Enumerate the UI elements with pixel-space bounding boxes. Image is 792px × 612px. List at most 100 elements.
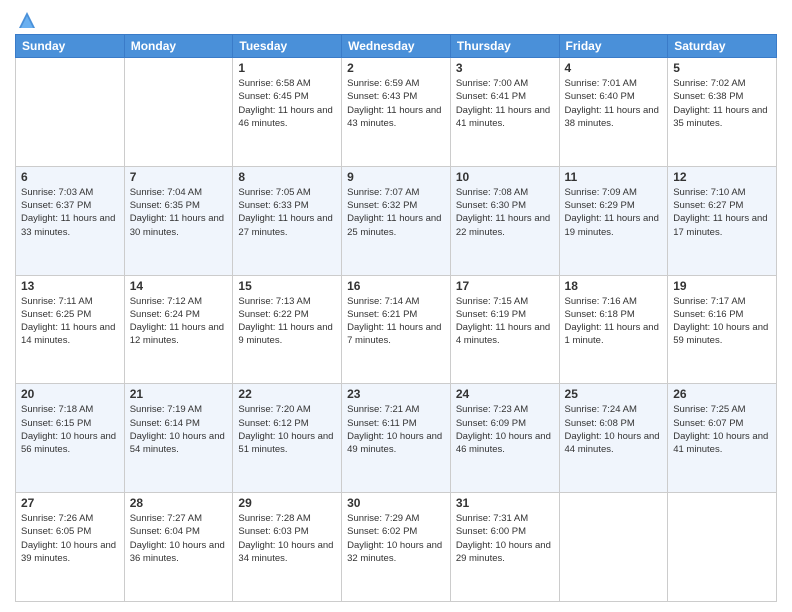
day-info: Sunrise: 7:25 AM Sunset: 6:07 PM Dayligh… [673, 403, 771, 456]
day-number: 6 [21, 170, 119, 184]
day-info: Sunrise: 7:10 AM Sunset: 6:27 PM Dayligh… [673, 186, 771, 239]
day-number: 5 [673, 61, 771, 75]
calendar-cell: 5 Sunrise: 7:02 AM Sunset: 6:38 PM Daylig… [668, 58, 777, 167]
calendar-cell: 7Sunrise: 7:04 AM Sunset: 6:35 PM Daylig… [124, 166, 233, 275]
calendar-day-header: Friday [559, 35, 668, 58]
calendar-cell: 2Sunrise: 6:59 AM Sunset: 6:43 PM Daylig… [342, 58, 451, 167]
day-number: 8 [238, 170, 336, 184]
calendar-cell: 1 Sunrise: 6:58 AM Sunset: 6:45 PM Daylig… [233, 58, 342, 167]
calendar-cell: 26 Sunrise: 7:25 AM Sunset: 6:07 PM Dayli… [668, 384, 777, 493]
page: SundayMondayTuesdayWednesdayThursdayFrid… [0, 0, 792, 612]
day-number: 26 [673, 387, 771, 401]
calendar-week-row: 20 Sunrise: 7:18 AM Sunset: 6:15 PM Dayli… [16, 384, 777, 493]
day-info: Sunrise: 7:08 AM Sunset: 6:30 PM Dayligh… [456, 186, 554, 239]
day-info: Sunrise: 6:59 AM Sunset: 6:43 PM Dayligh… [347, 77, 445, 130]
day-number: 13 [21, 279, 119, 293]
day-number: 27 [21, 496, 119, 510]
calendar-cell: 9Sunrise: 7:07 AM Sunset: 6:32 PM Daylig… [342, 166, 451, 275]
calendar-cell: 20 Sunrise: 7:18 AM Sunset: 6:15 PM Dayli… [16, 384, 125, 493]
calendar-cell: 16 Sunrise: 7:14 AM Sunset: 6:21 PM Dayli… [342, 275, 451, 384]
day-info: Sunrise: 7:18 AM Sunset: 6:15 PM Dayligh… [21, 403, 119, 456]
day-info: Sunrise: 7:15 AM Sunset: 6:19 PM Dayligh… [456, 295, 554, 348]
day-info: Sunrise: 7:13 AM Sunset: 6:22 PM Dayligh… [238, 295, 336, 348]
day-info: Sunrise: 7:31 AM Sunset: 6:00 PM Dayligh… [456, 512, 554, 565]
calendar-day-header: Tuesday [233, 35, 342, 58]
day-number: 14 [130, 279, 228, 293]
day-info: Sunrise: 7:09 AM Sunset: 6:29 PM Dayligh… [565, 186, 663, 239]
calendar-cell: 30 Sunrise: 7:29 AM Sunset: 6:02 PM Dayli… [342, 493, 451, 602]
day-number: 11 [565, 170, 663, 184]
day-info: Sunrise: 7:05 AM Sunset: 6:33 PM Dayligh… [238, 186, 336, 239]
calendar-cell: 17 Sunrise: 7:15 AM Sunset: 6:19 PM Dayli… [450, 275, 559, 384]
day-info: Sunrise: 7:11 AM Sunset: 6:25 PM Dayligh… [21, 295, 119, 348]
day-number: 22 [238, 387, 336, 401]
day-info: Sunrise: 7:21 AM Sunset: 6:11 PM Dayligh… [347, 403, 445, 456]
calendar-cell: 8 Sunrise: 7:05 AM Sunset: 6:33 PM Daylig… [233, 166, 342, 275]
calendar-cell: 14 Sunrise: 7:12 AM Sunset: 6:24 PM Dayli… [124, 275, 233, 384]
day-info: Sunrise: 7:03 AM Sunset: 6:37 PM Dayligh… [21, 186, 119, 239]
calendar-cell: 21Sunrise: 7:19 AM Sunset: 6:14 PM Dayli… [124, 384, 233, 493]
day-number: 17 [456, 279, 554, 293]
calendar-cell: 22 Sunrise: 7:20 AM Sunset: 6:12 PM Dayli… [233, 384, 342, 493]
calendar-cell [124, 58, 233, 167]
day-number: 3 [456, 61, 554, 75]
calendar-cell: 6 Sunrise: 7:03 AM Sunset: 6:37 PM Daylig… [16, 166, 125, 275]
day-number: 7 [130, 170, 228, 184]
day-info: Sunrise: 7:20 AM Sunset: 6:12 PM Dayligh… [238, 403, 336, 456]
calendar-cell: 23Sunrise: 7:21 AM Sunset: 6:11 PM Dayli… [342, 384, 451, 493]
calendar-cell: 27 Sunrise: 7:26 AM Sunset: 6:05 PM Dayli… [16, 493, 125, 602]
calendar-cell [559, 493, 668, 602]
calendar-cell: 10 Sunrise: 7:08 AM Sunset: 6:30 PM Dayli… [450, 166, 559, 275]
calendar-table: SundayMondayTuesdayWednesdayThursdayFrid… [15, 34, 777, 602]
calendar-day-header: Saturday [668, 35, 777, 58]
day-info: Sunrise: 7:12 AM Sunset: 6:24 PM Dayligh… [130, 295, 228, 348]
logo [15, 10, 37, 26]
calendar-cell: 18Sunrise: 7:16 AM Sunset: 6:18 PM Dayli… [559, 275, 668, 384]
day-info: Sunrise: 7:29 AM Sunset: 6:02 PM Dayligh… [347, 512, 445, 565]
day-info: Sunrise: 7:26 AM Sunset: 6:05 PM Dayligh… [21, 512, 119, 565]
calendar-day-header: Monday [124, 35, 233, 58]
day-number: 16 [347, 279, 445, 293]
day-number: 9 [347, 170, 445, 184]
day-number: 31 [456, 496, 554, 510]
calendar-cell: 25Sunrise: 7:24 AM Sunset: 6:08 PM Dayli… [559, 384, 668, 493]
day-info: Sunrise: 7:28 AM Sunset: 6:03 PM Dayligh… [238, 512, 336, 565]
calendar-cell: 12 Sunrise: 7:10 AM Sunset: 6:27 PM Dayli… [668, 166, 777, 275]
calendar-cell [16, 58, 125, 167]
calendar-cell [668, 493, 777, 602]
day-number: 1 [238, 61, 336, 75]
day-info: Sunrise: 7:27 AM Sunset: 6:04 PM Dayligh… [130, 512, 228, 565]
calendar-cell: 15 Sunrise: 7:13 AM Sunset: 6:22 PM Dayli… [233, 275, 342, 384]
day-number: 24 [456, 387, 554, 401]
calendar-cell: 19 Sunrise: 7:17 AM Sunset: 6:16 PM Dayli… [668, 275, 777, 384]
calendar-cell: 28 Sunrise: 7:27 AM Sunset: 6:04 PM Dayli… [124, 493, 233, 602]
calendar-week-row: 13 Sunrise: 7:11 AM Sunset: 6:25 PM Dayli… [16, 275, 777, 384]
day-number: 29 [238, 496, 336, 510]
day-info: Sunrise: 7:02 AM Sunset: 6:38 PM Dayligh… [673, 77, 771, 130]
calendar-day-header: Wednesday [342, 35, 451, 58]
calendar-cell: 13 Sunrise: 7:11 AM Sunset: 6:25 PM Dayli… [16, 275, 125, 384]
calendar-day-header: Thursday [450, 35, 559, 58]
calendar-week-row: 6 Sunrise: 7:03 AM Sunset: 6:37 PM Daylig… [16, 166, 777, 275]
day-info: Sunrise: 7:23 AM Sunset: 6:09 PM Dayligh… [456, 403, 554, 456]
day-number: 20 [21, 387, 119, 401]
header [15, 10, 777, 26]
calendar-day-header: Sunday [16, 35, 125, 58]
calendar-cell: 24 Sunrise: 7:23 AM Sunset: 6:09 PM Dayli… [450, 384, 559, 493]
day-number: 10 [456, 170, 554, 184]
day-info: Sunrise: 7:14 AM Sunset: 6:21 PM Dayligh… [347, 295, 445, 348]
logo-icon [17, 10, 37, 30]
day-number: 12 [673, 170, 771, 184]
calendar-header-row: SundayMondayTuesdayWednesdayThursdayFrid… [16, 35, 777, 58]
day-number: 18 [565, 279, 663, 293]
calendar-cell: 11 Sunrise: 7:09 AM Sunset: 6:29 PM Dayli… [559, 166, 668, 275]
calendar-cell: 31 Sunrise: 7:31 AM Sunset: 6:00 PM Dayli… [450, 493, 559, 602]
day-number: 28 [130, 496, 228, 510]
day-number: 30 [347, 496, 445, 510]
day-number: 19 [673, 279, 771, 293]
calendar-week-row: 1 Sunrise: 6:58 AM Sunset: 6:45 PM Daylig… [16, 58, 777, 167]
day-info: Sunrise: 6:58 AM Sunset: 6:45 PM Dayligh… [238, 77, 336, 130]
day-info: Sunrise: 7:17 AM Sunset: 6:16 PM Dayligh… [673, 295, 771, 348]
day-number: 15 [238, 279, 336, 293]
day-info: Sunrise: 7:19 AM Sunset: 6:14 PM Dayligh… [130, 403, 228, 456]
